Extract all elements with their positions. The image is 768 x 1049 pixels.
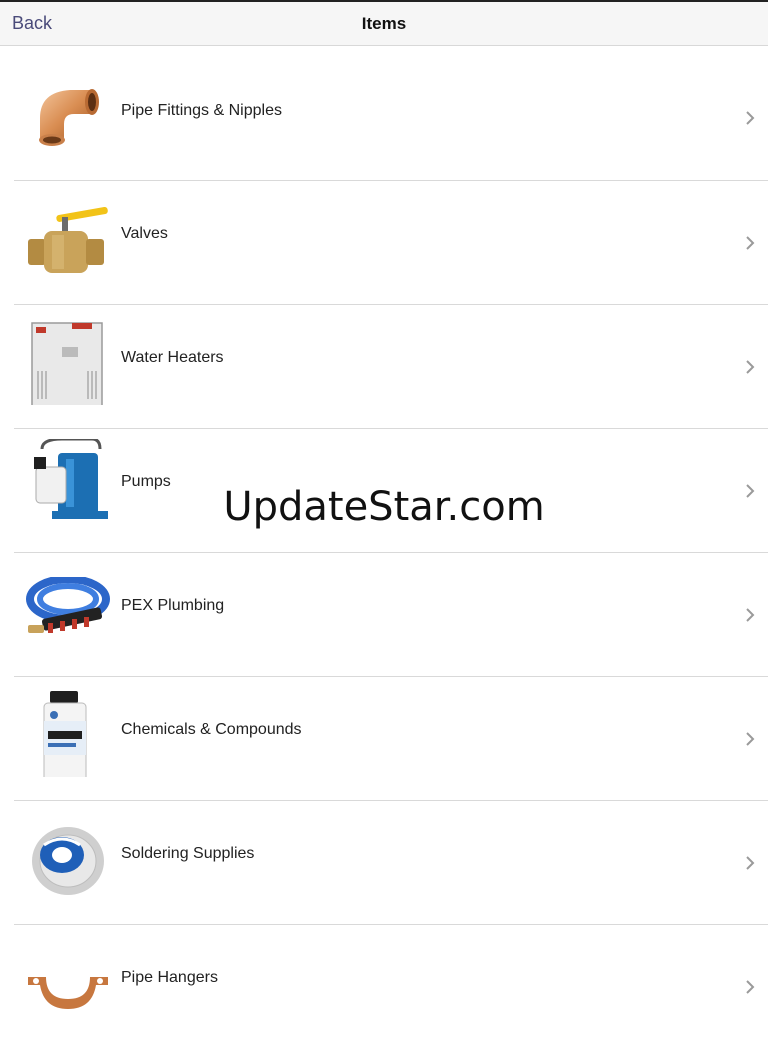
chevron-right-icon [744, 607, 756, 623]
list-item-pumps[interactable]: Pumps [0, 429, 768, 553]
chevron-right-icon [744, 235, 756, 251]
navigation-bar: Back Items [0, 0, 768, 46]
items-list: Pipe Fittings & Nipples Valves Water Hea… [0, 46, 768, 1049]
pipe-hanger-icon [22, 955, 112, 1041]
item-label: Pumps [121, 473, 171, 490]
list-item-valves[interactable]: Valves [0, 181, 768, 305]
chevron-right-icon [744, 110, 756, 126]
solder-spool-icon [22, 815, 112, 901]
item-label: PEX Plumbing [121, 597, 225, 614]
water-heater-icon [22, 319, 112, 405]
item-label: Soldering Supplies [121, 845, 255, 862]
list-item-water-heaters[interactable]: Water Heaters [0, 305, 768, 429]
pipe-elbow-icon [22, 78, 112, 164]
item-label: Pipe Fittings & Nipples [121, 102, 282, 119]
list-item-pipe-hangers[interactable]: Pipe Hangers [0, 925, 768, 1049]
chevron-right-icon [744, 855, 756, 871]
list-item-pex-plumbing[interactable]: PEX Plumbing [0, 553, 768, 677]
item-label: Valves [121, 225, 168, 242]
page-title: Items [361, 14, 407, 33]
list-item-soldering-supplies[interactable]: Soldering Supplies [0, 801, 768, 925]
item-label: Pipe Hangers [121, 969, 218, 986]
list-item-chemicals-compounds[interactable]: Chemicals & Compounds [0, 677, 768, 801]
chemical-bottle-icon [22, 691, 112, 777]
chevron-right-icon [744, 483, 756, 499]
chevron-right-icon [744, 359, 756, 375]
item-label: Chemicals & Compounds [121, 721, 302, 738]
pump-icon [22, 439, 112, 525]
chevron-right-icon [744, 731, 756, 747]
list-item-pipe-fittings[interactable]: Pipe Fittings & Nipples [0, 46, 768, 181]
chevron-right-icon [744, 979, 756, 995]
ball-valve-icon [22, 201, 112, 287]
item-label: Water Heaters [121, 349, 224, 366]
pex-tubing-icon [22, 577, 112, 663]
